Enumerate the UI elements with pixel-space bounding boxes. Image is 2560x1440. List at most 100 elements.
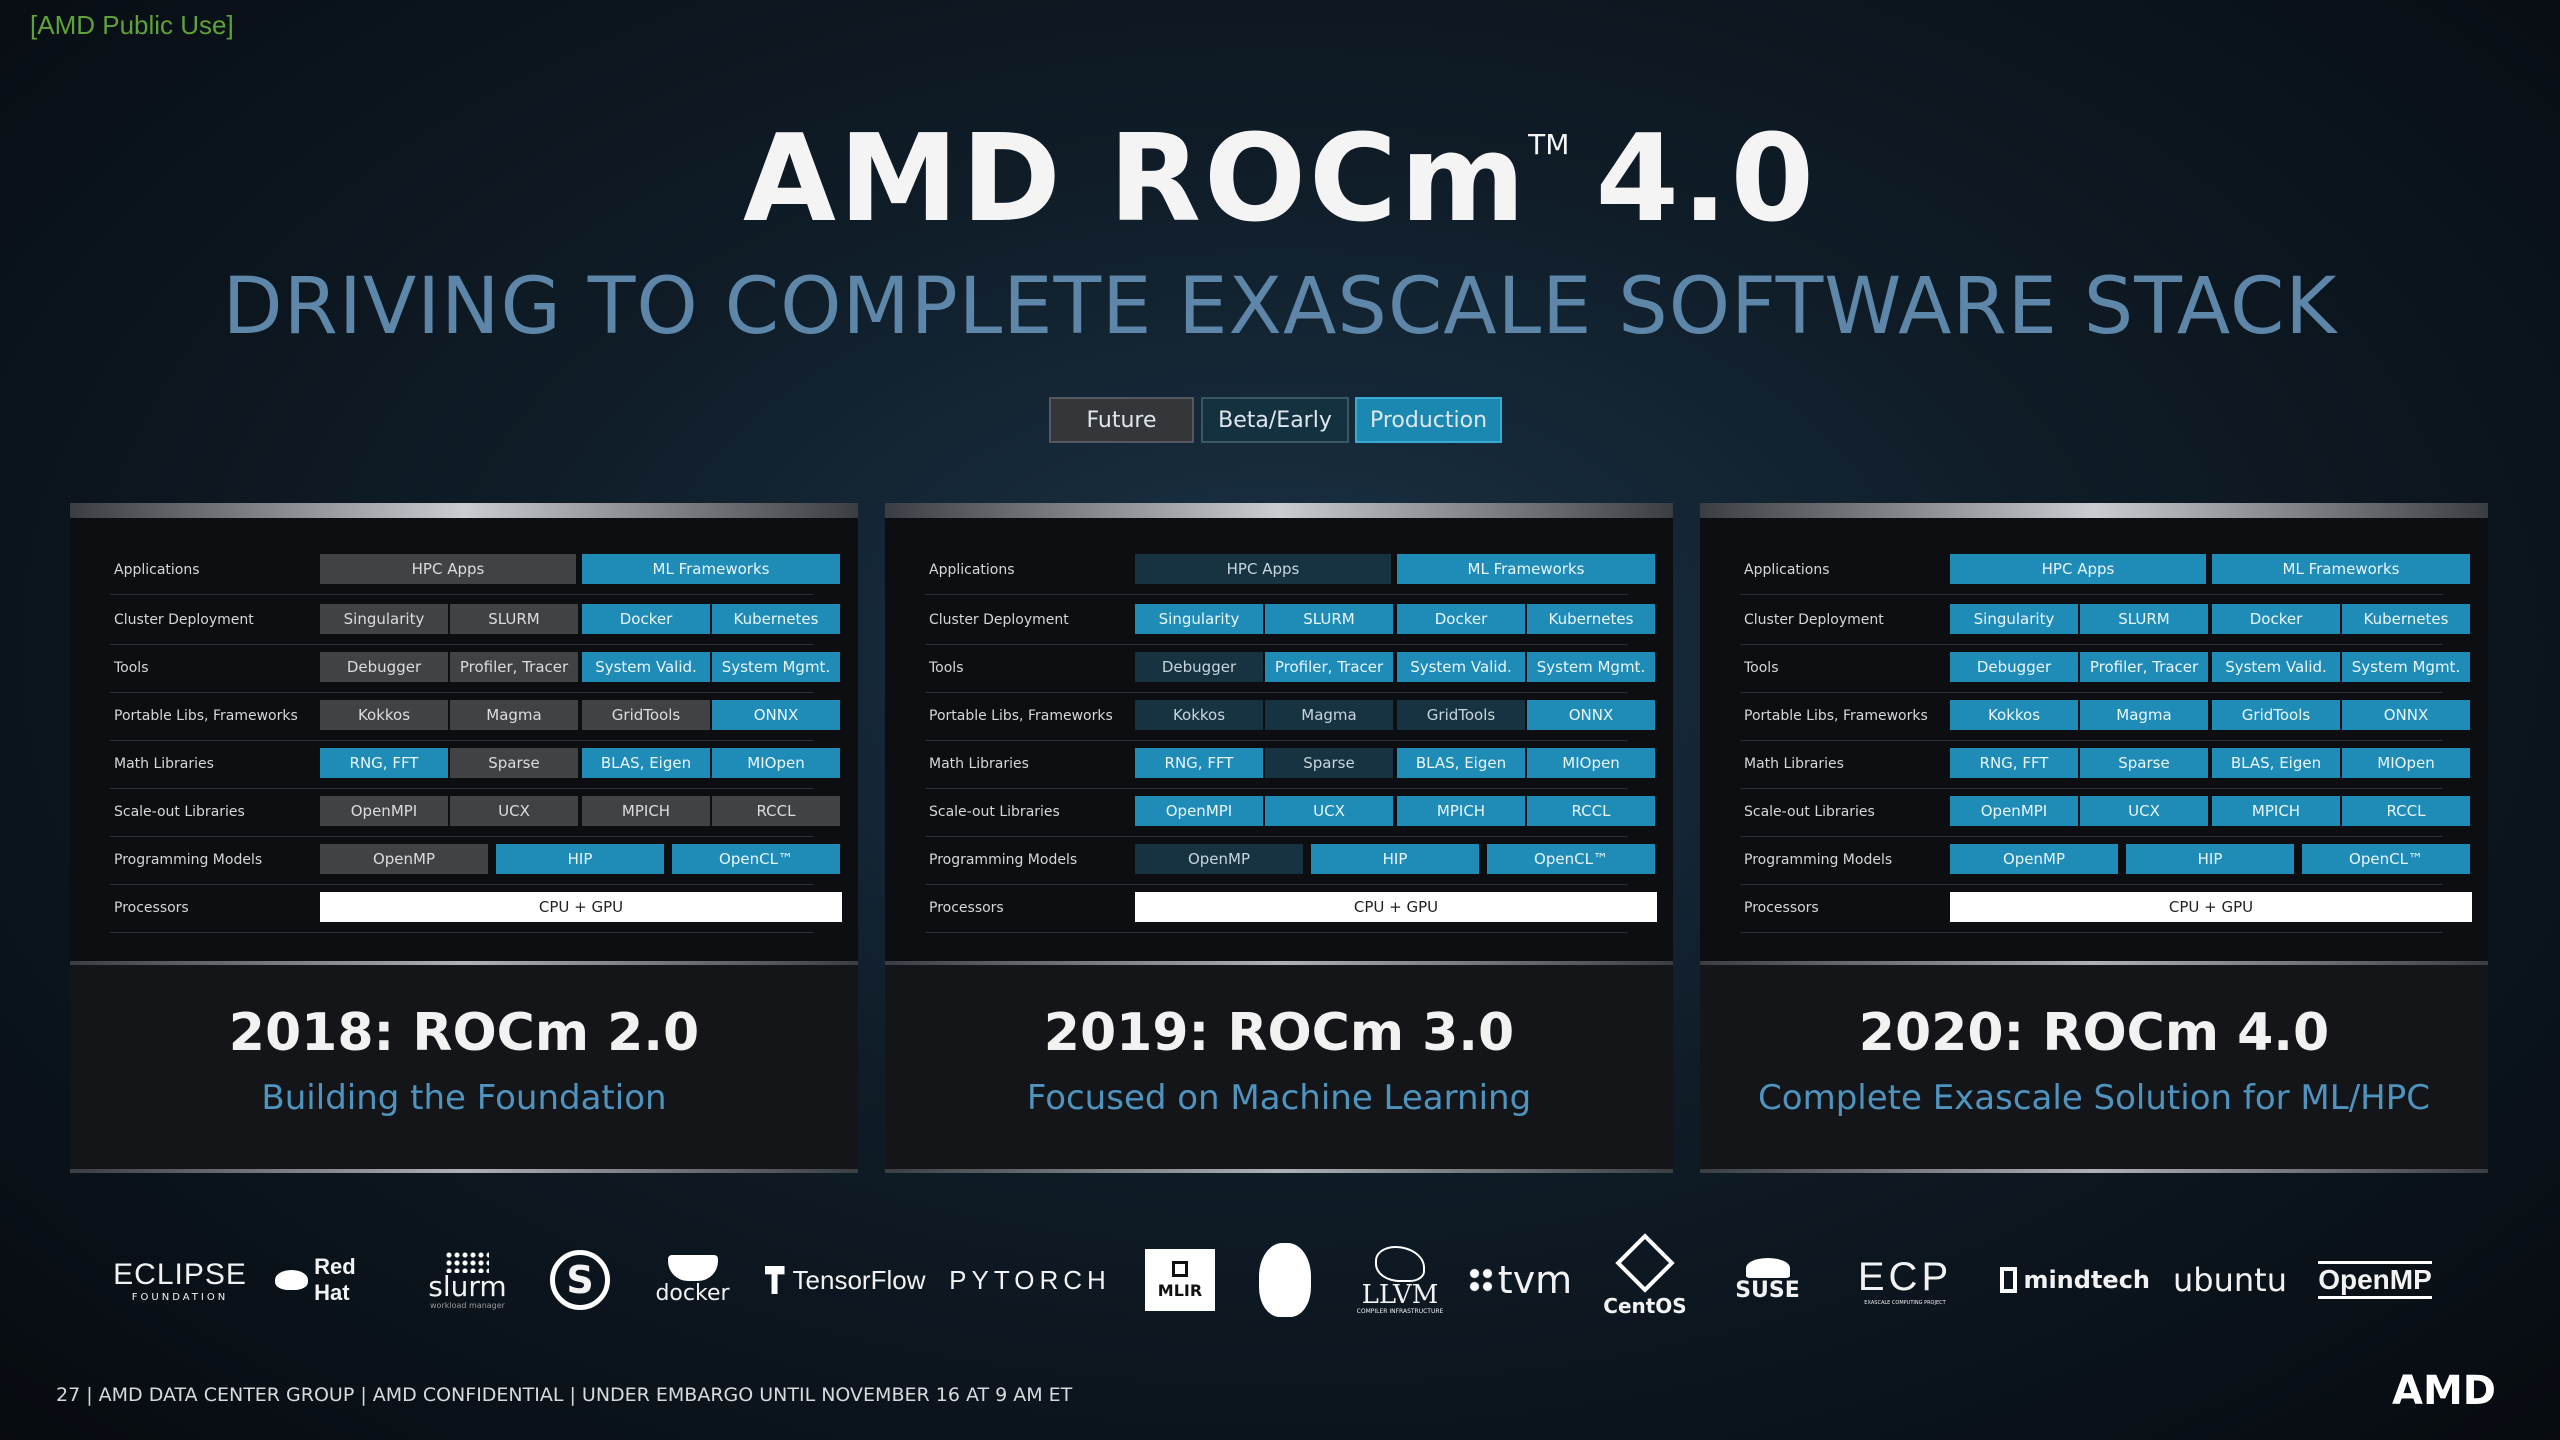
stack-cell: Magma: [1265, 700, 1393, 730]
stack-row-label: Portable Libs, Frameworks: [929, 708, 1113, 724]
stack-cell: GridTools: [582, 700, 710, 730]
stack-cell: System Valid.: [2212, 652, 2340, 682]
stack-cell: ONNX: [2342, 700, 2470, 730]
stack-cell: Docker: [582, 604, 710, 634]
panel-year-title: 2020: ROCm 4.0: [1858, 1003, 2330, 1063]
stack-row-label: Applications: [114, 562, 200, 578]
stack-row: Programming Models OpenMP HIP OpenCL™: [110, 836, 840, 885]
stack-row-label: Cluster Deployment: [114, 612, 254, 628]
stack-row: Processors CPU + GPU: [925, 884, 1657, 933]
redhat-hat-icon: [275, 1270, 309, 1290]
stack-cell: MIOpen: [712, 748, 840, 778]
stack-row-label: Tools: [929, 660, 964, 676]
stack-row: Tools Debugger Profiler, Tracer System Vali…: [925, 644, 1655, 693]
panel-year-title: 2019: ROCm 3.0: [1043, 1003, 1515, 1063]
stack-cell: Profiler, Tracer: [2080, 652, 2208, 682]
stack-row-label: Scale-out Libraries: [1744, 804, 1875, 820]
stack-cell: HIP: [1311, 844, 1479, 874]
panel-top-bar: [885, 503, 1673, 518]
stack-cell: RNG, FFT: [1950, 748, 2078, 778]
stack-cell: SLURM: [2080, 604, 2208, 634]
public-use-tag: [AMD Public Use]: [30, 10, 234, 40]
footer-text: 27 | AMD DATA CENTER GROUP | AMD CONFIDE…: [56, 1384, 1073, 1406]
stack-cell: Magma: [2080, 700, 2208, 730]
centos-logo-stack: CentOS: [1603, 1233, 1687, 1318]
stack-row: Portable Libs, Frameworks Kokkos Magma Grid…: [1740, 692, 2470, 741]
stack-cell: Kokkos: [320, 700, 448, 730]
singularity-logo-text: S: [566, 1258, 594, 1302]
llvm-logo-sub: COMPILER INFRASTRUCTURE: [1356, 1307, 1444, 1315]
stack-cell: OpenCL™: [672, 844, 840, 874]
stack-cell: Sparse: [450, 748, 578, 778]
singularity-logo-icon: S: [540, 1230, 620, 1330]
stack-cell: Profiler, Tracer: [450, 652, 578, 682]
stack-row: Scale-out Libraries OpenMPI UCX MPICH RCCL: [110, 788, 840, 837]
stack-cell: ML Frameworks: [1397, 554, 1655, 584]
docker-logo-stack: docker: [655, 1254, 730, 1306]
stack-cell: Debugger: [1950, 652, 2078, 682]
suse-logo-stack: SUSE: [1735, 1257, 1800, 1303]
panel-description: Focused on Machine Learning: [1026, 1078, 1532, 1118]
stack-cell: HIP: [2126, 844, 2294, 874]
stack-cell: OpenMPI: [320, 796, 448, 826]
stack-cell: MPICH: [2212, 796, 2340, 826]
software-stack-grid: Applications HPC Apps ML Frameworks Cluster…: [885, 518, 1673, 961]
stack-row-label: Cluster Deployment: [929, 612, 1069, 628]
stack-row-label: Programming Models: [114, 852, 263, 868]
amd-logo-icon: AMD: [2392, 1368, 2496, 1414]
stack-cell: OpenMP: [320, 844, 488, 874]
stack-cell: OpenMP: [1950, 844, 2118, 874]
eclipse-logo-text: ECLIPSE: [113, 1257, 247, 1291]
stack-row: Math Libraries RNG, FFT Sparse BLAS, Eigen M…: [1740, 740, 2470, 789]
legend-beta: Beta/Early: [1201, 397, 1349, 443]
main-title-version: 4.0: [1595, 110, 1818, 249]
mindtech-logo-icon: mindtech: [2000, 1230, 2150, 1330]
openmp-logo-text: OpenMP: [2318, 1261, 2432, 1299]
docker-whale-icon: [667, 1254, 718, 1281]
panel-divider: [1700, 961, 2488, 965]
stack-row-label: Programming Models: [929, 852, 1078, 868]
stack-cell: Singularity: [1950, 604, 2078, 634]
ecp-logo-icon: ECP EXASCALE COMPUTING PROJECT: [1850, 1230, 1960, 1330]
llvm-logo-icon: LLVM COMPILER INFRASTRUCTURE: [1350, 1230, 1450, 1330]
stack-cell: CPU + GPU: [1135, 892, 1657, 922]
eclipse-logo-sub: FOUNDATION: [131, 1291, 229, 1303]
stack-row: Tools Debugger Profiler, Tracer System Vali…: [110, 644, 840, 693]
stack-cell: ML Frameworks: [2212, 554, 2470, 584]
stack-row-label: Tools: [114, 660, 149, 676]
stack-row: Portable Libs, Frameworks Kokkos Magma Grid…: [110, 692, 840, 741]
stack-row: Cluster Deployment Singularity SLURM Docker…: [925, 596, 1655, 645]
stack-cell: BLAS, Eigen: [1397, 748, 1525, 778]
stack-cell: Kokkos: [1135, 700, 1263, 730]
stack-cell: OpenMPI: [1135, 796, 1263, 826]
stack-cell: UCX: [2080, 796, 2208, 826]
stack-row-label: Scale-out Libraries: [114, 804, 245, 820]
stack-cell: OpenMPI: [1950, 796, 2078, 826]
stack-cell: UCX: [450, 796, 578, 826]
panel-divider: [70, 961, 858, 965]
stack-row: Tools Debugger Profiler, Tracer System Vali…: [1740, 644, 2470, 693]
panel-bottom-line: [70, 1169, 858, 1173]
main-title: AMD ROCmTM 4.0: [0, 110, 2560, 249]
tvm-logo-text: tvm: [1497, 1258, 1573, 1302]
stack-row-label: Processors: [929, 900, 1004, 916]
tensorflow-logo-icon: TensorFlow: [760, 1230, 930, 1330]
redhat-logo-text: Red Hat: [314, 1254, 356, 1305]
ubuntu-logo-text: ubuntu: [2173, 1261, 2287, 1299]
stack-cell: ONNX: [712, 700, 840, 730]
main-title-text: AMD ROCm: [742, 110, 1529, 249]
stack-cell: HPC Apps: [1135, 554, 1391, 584]
stack-panel-2: Applications HPC Apps ML Frameworks Cluster…: [885, 503, 1673, 1173]
stack-cell: RNG, FFT: [320, 748, 448, 778]
mindtech-logo-text: mindtech: [2023, 1266, 2150, 1294]
mlir-logo-icon: MLIR: [1140, 1230, 1220, 1330]
panel-description: Complete Exascale Solution for ML/HPC: [1758, 1078, 2430, 1118]
docker-logo-icon: docker: [650, 1230, 735, 1330]
stack-cell: MIOpen: [2342, 748, 2470, 778]
stack-row-label: Applications: [929, 562, 1015, 578]
tensorflow-logo-text: TensorFlow: [792, 1264, 926, 1295]
tvm-blocks-icon: [1467, 1267, 1494, 1293]
stack-panel-3: Applications HPC Apps ML Frameworks Cluster…: [1700, 503, 2488, 1173]
tensorflow-t-icon: [764, 1266, 785, 1294]
stack-cell: HPC Apps: [320, 554, 576, 584]
